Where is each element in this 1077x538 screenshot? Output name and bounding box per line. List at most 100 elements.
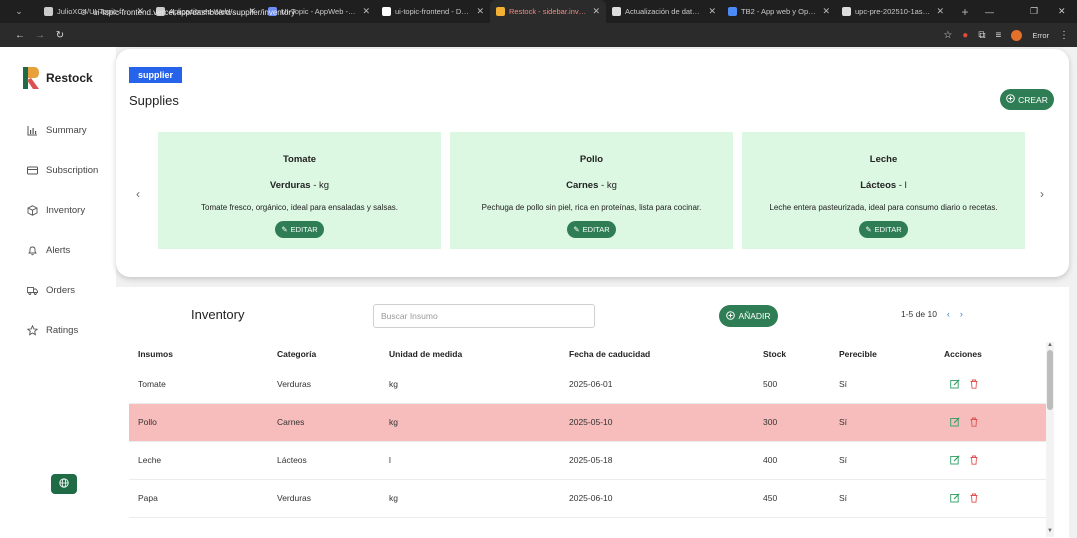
puzzle-icon[interactable]: ⧉ (978, 30, 985, 41)
cell-stock: 400 (763, 455, 778, 465)
edit-icon[interactable] (949, 378, 960, 389)
bookmark-star-icon[interactable]: ☆ (943, 30, 952, 41)
sidebar-item-inventory[interactable]: Inventory (26, 204, 85, 216)
credit-card-icon (26, 164, 38, 176)
carousel-next-chevron-icon[interactable]: › (1040, 187, 1044, 201)
scroll-down-icon[interactable]: ▼ (1046, 528, 1054, 534)
cell-insumo: Pollo (138, 417, 157, 427)
column-header[interactable]: Categoría (277, 349, 316, 359)
restore-icon[interactable]: ❐ (1030, 0, 1038, 23)
language-button[interactable] (51, 474, 77, 494)
minimize-icon[interactable]: — (985, 0, 994, 23)
cell-categoria: Carnes (277, 417, 305, 427)
column-header[interactable]: Fecha de caducidad (569, 349, 650, 359)
trash-icon[interactable] (968, 378, 979, 389)
edit-icon[interactable] (949, 454, 960, 465)
cell-unidad: l (389, 455, 391, 465)
trash-icon[interactable] (968, 492, 979, 503)
trash-icon[interactable] (968, 416, 979, 427)
table-row-expired[interactable]: Pollo Carnes kg 2025-05-10 300 Sí (129, 404, 1046, 442)
edit-icon[interactable] (949, 492, 960, 503)
separator: - (896, 180, 905, 191)
row-actions (949, 416, 979, 427)
table-scrollbar[interactable]: ▲ ▼ (1046, 342, 1054, 537)
back-arrow-icon[interactable]: ← (10, 30, 30, 41)
box-icon (26, 204, 38, 216)
inventory-panel: Inventory AÑADIR 1-5 de 10 ‹ › Insumos C… (116, 287, 1069, 538)
edit-label: EDITAR (582, 225, 610, 234)
sidebar-item-alerts[interactable]: Alerts (26, 244, 70, 256)
edit-icon[interactable] (949, 416, 960, 427)
site-info-icon[interactable]: ⚙ (80, 8, 87, 17)
cell-unidad: kg (389, 493, 398, 503)
bar-chart-icon (26, 124, 38, 136)
row-actions (949, 454, 979, 465)
edit-icon: ✎ (573, 225, 580, 234)
column-header[interactable]: Stock (763, 349, 786, 359)
edit-icon: ✎ (281, 225, 288, 234)
cell-unidad: kg (389, 417, 398, 427)
column-header[interactable]: Unidad de medida (389, 349, 462, 359)
window-close-icon[interactable]: ✕ (1058, 0, 1066, 23)
media-icon[interactable]: ≡ (995, 30, 1001, 41)
edit-icon: ✎ (865, 225, 872, 234)
reload-icon[interactable]: ↻ (50, 30, 70, 41)
plus-circle-icon (726, 310, 736, 322)
sidebar-item-label: Orders (46, 284, 76, 296)
create-supply-button[interactable]: CREAR (1000, 89, 1054, 110)
more-menu-icon[interactable]: ⋮ (1059, 30, 1069, 41)
edit-supply-button[interactable]: ✎ EDITAR (275, 221, 324, 238)
cell-fecha: 2025-05-18 (569, 455, 613, 465)
browser-toolbar: ← → ↻ (0, 23, 1077, 47)
sidebar-item-label: Alerts (46, 244, 71, 256)
supply-category: Verduras (269, 180, 311, 191)
scroll-thumb[interactable] (1047, 350, 1053, 410)
sidebar-item-subscription[interactable]: Subscription (26, 164, 98, 176)
table-row[interactable]: Tomate Verduras kg 2025-06-01 500 Sí (129, 366, 1046, 404)
column-header[interactable]: Perecible (839, 349, 877, 359)
search-input[interactable] (373, 304, 595, 328)
sidebar-item-orders[interactable]: Orders (26, 284, 75, 296)
forward-arrow-icon[interactable]: → (30, 30, 50, 41)
close-icon[interactable]: ✕ (936, 6, 944, 17)
edit-supply-button[interactable]: ✎ EDITAR (859, 221, 908, 238)
extension-icon[interactable]: ● (962, 30, 968, 41)
row-actions (949, 492, 979, 503)
brand[interactable]: Restock (22, 66, 93, 90)
row-actions (949, 378, 979, 389)
supply-category: Lácteos (860, 180, 897, 191)
separator: - (598, 180, 607, 191)
supply-name: Tomate (282, 154, 317, 165)
scroll-up-icon[interactable]: ▲ (1046, 342, 1054, 348)
truck-icon (26, 284, 38, 296)
supply-unit: kg (606, 180, 617, 191)
supply-description: Pechuga de pollo sin piel, rica en prote… (481, 203, 702, 212)
create-label: CREAR (1018, 94, 1048, 105)
prev-page-chevron-icon[interactable]: ‹ (947, 309, 950, 319)
plus-circle-icon (1006, 94, 1015, 105)
next-page-chevron-icon[interactable]: › (960, 309, 963, 319)
table-row[interactable]: Leche Lácteos l 2025-05-18 400 Sí (129, 442, 1046, 480)
edit-label: EDITAR (290, 225, 318, 234)
pagination: 1-5 de 10 ‹ › (901, 309, 963, 319)
edit-supply-button[interactable]: ✎ EDITAR (567, 221, 616, 238)
cell-categoria: Verduras (277, 379, 312, 389)
address-bar[interactable]: ⚙ ui-topic-frontend.vercel.app/dashboard… (80, 5, 920, 20)
sidebar-item-ratings[interactable]: Ratings (26, 324, 78, 336)
sidebar-item-label: Ratings (46, 324, 79, 336)
error-button[interactable]: Error (1032, 31, 1049, 40)
brand-name: Restock (46, 71, 93, 85)
supply-description: Tomate fresco, orgánico, ideal para ensa… (201, 203, 398, 212)
trash-icon[interactable] (968, 454, 979, 465)
profile-avatar[interactable] (1011, 29, 1023, 41)
column-header[interactable]: Insumos (138, 349, 173, 359)
new-tab-plus-icon[interactable]: + (954, 5, 976, 19)
table-row[interactable]: Papa Verduras kg 2025-06-10 450 Sí (129, 480, 1046, 518)
carousel-prev-chevron-icon[interactable]: ‹ (136, 187, 140, 201)
app-root: Restock Summary Subscription Inventory A… (0, 47, 1077, 538)
tab-search-chevron-icon[interactable]: ⌄ (0, 0, 38, 23)
supplies-card: supplier Supplies CREAR ‹ › Tomate Verdu… (116, 49, 1069, 277)
sidebar-item-summary[interactable]: Summary (26, 124, 87, 136)
add-inventory-button[interactable]: AÑADIR (719, 305, 778, 327)
inventory-title: Inventory (191, 307, 245, 322)
